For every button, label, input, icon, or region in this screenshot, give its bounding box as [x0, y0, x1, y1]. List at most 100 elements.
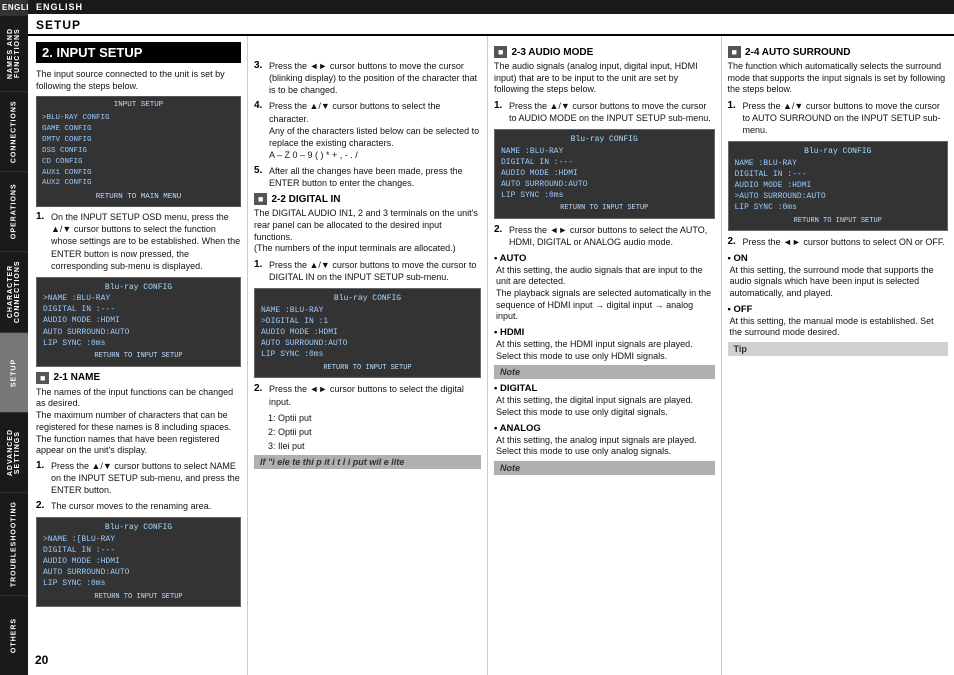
step-1-num: 1.	[36, 211, 48, 222]
sidebar-item-character-connections[interactable]: CHARACTERCONNECTIONS	[0, 251, 28, 331]
input-setup-row-6: AUX1 CONFIG	[42, 168, 235, 179]
sidebar-item-names-functions[interactable]: NAMES ANDFUNCTIONS	[0, 15, 28, 91]
section-2-3-step-2-text: Press the ◄► cursor buttons to select th…	[509, 224, 715, 248]
digital-input-3: 3: Ilei put	[268, 440, 481, 452]
screen-2-4-title: Blu-ray CONFIG	[735, 146, 942, 157]
digital-input-1: 1: Optii put	[268, 412, 481, 424]
screen-2-2-footer: RETURN TO INPUT SETUP	[261, 364, 474, 374]
sidebar-item-setup[interactable]: SETUP	[0, 332, 28, 412]
screen-2-4-row-3: >AUTO SURROUND:AUTO	[735, 191, 942, 202]
screen-2-4: Blu-ray CONFIG NAME :BLU-RAY DIGITAL IN …	[728, 141, 949, 231]
section-2-2-box: ■	[254, 193, 267, 205]
section-2-2-note: If "i ele te thi p it i t I i put wil e …	[254, 455, 481, 469]
setup-header: SETUP	[28, 14, 954, 36]
section-2-3-hdmi-label: • HDMI	[494, 327, 715, 338]
screen-2-2-row-2: AUDIO MODE :HDMI	[261, 327, 474, 338]
section-2-4-off: • OFF At this setting, the manual mode i…	[728, 304, 949, 339]
screen1-row-1: DIGITAL IN :---	[43, 304, 234, 315]
screen-2-4-row-4: LIP SYNC :0ms	[735, 202, 942, 213]
right-container: ■ 2-3 AUDIO MODE The audio signals (anal…	[488, 36, 954, 675]
section-2-4-off-label: • OFF	[728, 304, 949, 315]
section-2-2-step-1-text: Press the ▲/▼ cursor buttons to move the…	[269, 259, 481, 283]
section-2-3-step-2-num: 2.	[494, 224, 506, 235]
section-2-3-box: ■	[494, 46, 507, 58]
section-2-1-step-2-text: The cursor moves to the renaming area.	[51, 500, 211, 512]
section-2-3-hdmi-text: At this setting, the HDMI input signals …	[496, 339, 715, 362]
language-label: ENGLISH	[0, 0, 28, 15]
section-2-3-digital-label: • DIGITAL	[494, 383, 715, 394]
step-5-text: After all the changes have been made, pr…	[269, 165, 481, 189]
page-number: 20	[35, 653, 48, 667]
input-setup-table: INPUT SETUP >BLU-RAY CONFIG GAME CONFIG …	[36, 96, 241, 207]
input-setup-row-4: DSS CONFIG	[42, 146, 235, 157]
section-2-3-note: Note	[494, 365, 715, 379]
section-2-3-analog-text: At this setting, the analog input signal…	[496, 435, 715, 458]
step-5: 5. After all the changes have been made,…	[254, 165, 481, 189]
step-4-num: 4.	[254, 100, 266, 111]
col-right2: ■ 2-4 AUTO SURROUND The function which a…	[722, 36, 954, 675]
screen-2-1-row-2: AUDIO MODE :HDMI	[43, 556, 234, 567]
section-2-1-step-1-num: 1.	[36, 460, 48, 471]
screen-2-2-row-4: LIP SYNC :0ms	[261, 349, 474, 360]
screen-2-3-row-4: LIP SYNC :0ms	[501, 190, 708, 201]
section-2-4-step-2-num: 2.	[728, 236, 740, 247]
section-2-4-desc: The function which automatically selects…	[728, 61, 949, 96]
screen-2-3-row-2: AUDIO MODE :HDMI	[501, 168, 708, 179]
screen-2-3-title: Blu-ray CONFIG	[501, 134, 708, 145]
input-setup-row-3: DMTV CONFIG	[42, 135, 235, 146]
screen-2-2-title: Blu-ray CONFIG	[261, 293, 474, 304]
input-setup-row-1: >BLU-RAY CONFIG	[42, 113, 235, 124]
section-2-1-step-2-num: 2.	[36, 500, 48, 511]
section-2-4-off-text: At this setting, the manual mode is esta…	[730, 316, 949, 339]
sidebar-item-advanced[interactable]: ADVANCEDSETTINGS	[0, 412, 28, 492]
screen-2-1-row-0: >NAME :[BLU-RAY	[43, 534, 234, 545]
input-setup-row-2: GAME CONFIG	[42, 124, 235, 135]
section-2-2-step-1: 1. Press the ▲/▼ cursor buttons to move …	[254, 259, 481, 283]
screen1-row-0: >NAME :BLU-RAY	[43, 293, 234, 304]
section-2-1-box: ■	[36, 372, 49, 384]
section-2-1-title: 2-1 NAME	[53, 372, 100, 383]
sidebar-item-others[interactable]: OTHERS	[0, 595, 28, 675]
sidebar-item-connections[interactable]: CONNECTIONS	[0, 91, 28, 171]
intro-text: The input source connected to the unit i…	[36, 68, 241, 92]
step-4-text: Press the ▲/▼ cursor buttons to select t…	[269, 100, 481, 161]
section-2-3-hdmi: • HDMI At this setting, the HDMI input s…	[494, 327, 715, 362]
step-3-num: 3.	[254, 60, 266, 71]
content-area: 2. INPUT SETUP The input source connecte…	[28, 36, 954, 675]
section-2-3-digital: • DIGITAL At this setting, the digital i…	[494, 383, 715, 418]
section-2-4-step-1-num: 1.	[728, 100, 740, 111]
col-right1: ■ 2-3 AUDIO MODE The audio signals (anal…	[488, 36, 722, 675]
screen-2-3: Blu-ray CONFIG NAME :BLU-RAY DIGITAL IN …	[494, 129, 715, 219]
screen-2-1: Blu-ray CONFIG >NAME :[BLU-RAY DIGITAL I…	[36, 517, 241, 607]
section-2-4-step-2: 2. Press the ◄► cursor buttons to select…	[728, 236, 949, 248]
screen-2-3-row-3: AUTO SURROUND:AUTO	[501, 179, 708, 190]
top-bar: ENGLISH	[28, 0, 954, 14]
main-heading: 2. INPUT SETUP	[36, 42, 241, 63]
screen1: Blu-ray CONFIG >NAME :BLU-RAY DIGITAL IN…	[36, 277, 241, 367]
section-2-4-on-label: • ON	[728, 253, 949, 264]
section-2-1-text: The names of the input functions can be …	[36, 387, 241, 457]
digital-input-2: 2: Optii put	[268, 426, 481, 438]
section-2-4-step-1: 1. Press the ▲/▼ cursor buttons to move …	[728, 100, 949, 136]
section-2-4-tip: Tip	[728, 342, 949, 356]
sidebar-item-troubleshooting[interactable]: TROUBLESHOOTING	[0, 492, 28, 595]
section-2-3-auto-text: At this setting, the audio signals that …	[496, 265, 715, 323]
section-2-1-step-1: 1. Press the ▲/▼ cursor buttons to selec…	[36, 460, 241, 496]
section-2-4-on: • ON At this setting, the surround mode …	[728, 253, 949, 300]
section-2-3-desc: The audio signals (analog input, digital…	[494, 61, 715, 96]
input-setup-footer: RETURN TO MAIN MENU	[42, 192, 235, 203]
section-2-3-note2: Note	[494, 461, 715, 475]
step-1-text: On the INPUT SETUP OSD menu, press the ▲…	[51, 211, 241, 272]
screen-2-3-row-0: NAME :BLU-RAY	[501, 146, 708, 157]
screen-2-4-row-1: DIGITAL IN :---	[735, 169, 942, 180]
section-2-4-box: ■	[728, 46, 741, 58]
section-2-3-digital-text: At this setting, the digital input signa…	[496, 395, 715, 418]
screen-2-2-row-0: NAME :BLU-RAY	[261, 305, 474, 316]
section-2-3-step-1-num: 1.	[494, 100, 506, 111]
sidebar-item-operations[interactable]: OPERATIONS	[0, 171, 28, 251]
screen1-row-2: AUDIO MODE :HDMI	[43, 315, 234, 326]
section-2-1-header: ■ 2-1 NAME	[36, 372, 241, 384]
section-2-2-step-1-num: 1.	[254, 259, 266, 270]
main-content: ENGLISH SETUP 2. INPUT SETUP The input s…	[28, 0, 954, 675]
section-2-3-title: 2-3 AUDIO MODE	[511, 47, 593, 58]
